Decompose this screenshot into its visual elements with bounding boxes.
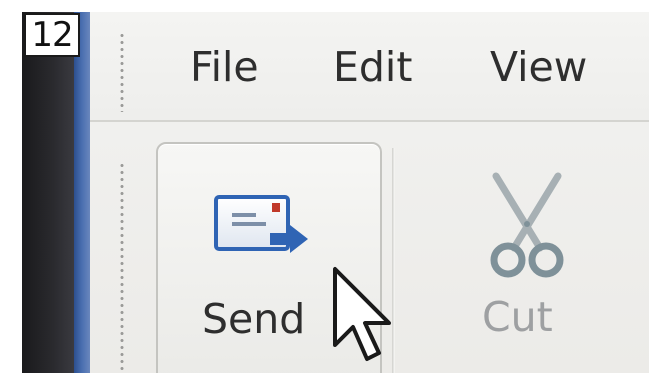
menu-edit[interactable]: Edit bbox=[333, 42, 412, 92]
cut-button[interactable]: Cut bbox=[452, 142, 602, 373]
menu-view[interactable]: View bbox=[490, 42, 587, 92]
cut-label: Cut bbox=[482, 293, 553, 341]
send-mail-icon bbox=[214, 195, 308, 253]
menubar-grip-handle[interactable] bbox=[120, 32, 124, 112]
mouse-pointer-icon bbox=[333, 267, 391, 361]
toolbar-separator bbox=[392, 148, 395, 373]
scissors-icon bbox=[490, 172, 564, 278]
step-number-badge: 12 bbox=[24, 13, 80, 57]
screenshot-frame: File Edit View Send Cut 12 bbox=[0, 0, 649, 373]
send-label: Send bbox=[202, 295, 306, 343]
menu-file[interactable]: File bbox=[190, 42, 259, 92]
toolbar-grip-handle[interactable] bbox=[120, 162, 124, 372]
window-border bbox=[74, 12, 90, 373]
monitor-bezel bbox=[22, 12, 74, 373]
menubar: File Edit View bbox=[90, 12, 649, 122]
